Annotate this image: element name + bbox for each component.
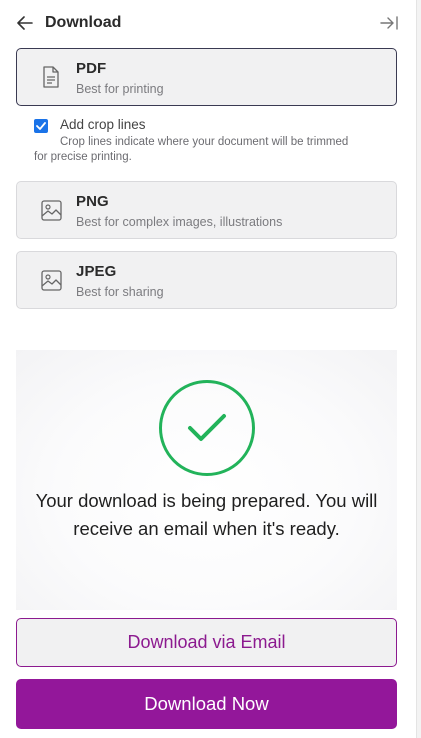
download-panel: Download PDF Best for printing Add crop … (0, 0, 416, 738)
status-message-line1: Your download is being prepared. You wil… (35, 490, 378, 511)
panel-divider (416, 0, 421, 738)
crop-lines-checkbox[interactable] (34, 119, 48, 133)
panel-header: Download (16, 11, 400, 35)
format-option-pdf[interactable]: PDF Best for printing (16, 48, 397, 106)
format-option-jpeg[interactable]: JPEG Best for sharing (16, 251, 397, 309)
format-option-png[interactable]: PNG Best for complex images, illustratio… (16, 181, 397, 239)
format-name: PNG (76, 193, 109, 210)
check-circle-icon (159, 380, 255, 476)
format-description: Best for printing (76, 82, 164, 96)
panel-title: Download (45, 14, 122, 31)
download-status: Your download is being prepared. You wil… (16, 350, 397, 610)
crop-lines-setting: Add crop lines Crop lines indicate where… (34, 117, 394, 165)
image-icon (40, 199, 62, 221)
format-name: JPEG (76, 263, 117, 280)
format-description: Best for complex images, illustrations (76, 215, 283, 229)
collapse-panel-icon[interactable] (378, 14, 400, 32)
crop-lines-label: Add crop lines (60, 117, 146, 132)
status-message-line2: receive an email when it's ready. (73, 518, 340, 539)
download-via-email-button[interactable]: Download via Email (16, 618, 397, 667)
crop-lines-help-line1: Crop lines indicate where your document … (60, 136, 349, 148)
crop-lines-help: Crop lines indicate where your document … (34, 135, 390, 165)
image-icon (40, 269, 62, 291)
document-icon (40, 66, 62, 88)
format-description: Best for sharing (76, 285, 164, 299)
download-now-button[interactable]: Download Now (16, 679, 397, 729)
status-message: Your download is being prepared. You wil… (16, 487, 397, 543)
crop-lines-help-line2: for precise printing. (34, 151, 132, 163)
format-name: PDF (76, 60, 107, 77)
arrow-left-icon[interactable] (16, 14, 34, 32)
